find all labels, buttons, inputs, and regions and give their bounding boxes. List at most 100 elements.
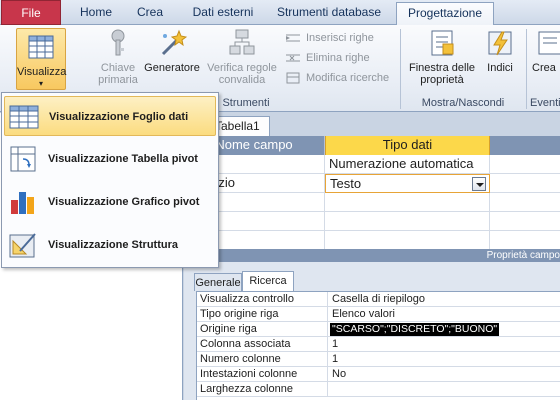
field-properties-pane: Generale Ricerca Visualizza controllo Ca…	[184, 262, 560, 400]
key-icon	[111, 29, 125, 56]
insert-rows-label: Inserisci righe	[306, 32, 374, 44]
modify-lookups-icon	[286, 72, 300, 84]
field-properties-title: Proprietà campo	[486, 250, 560, 261]
property-value[interactable]	[330, 382, 332, 397]
property-value[interactable]: 1	[330, 352, 338, 367]
builder-button[interactable]: Generatore	[143, 28, 201, 74]
menu-item-label: Visualizzazione Grafico pivot	[48, 196, 200, 208]
ribbon-tab-bar: File Home Crea Dati esterni Strumenti da…	[0, 0, 560, 26]
table-row[interactable]	[184, 231, 560, 250]
property-sheet-button[interactable]: Finestra delle proprietà	[404, 28, 480, 86]
macro-icon	[538, 31, 560, 55]
property-name: Colonna associata	[197, 337, 328, 352]
data-type-cell[interactable]	[325, 193, 490, 212]
property-name: Visualizza controllo	[197, 292, 328, 307]
datasheet-icon	[28, 35, 54, 59]
property-name: Numero colonne	[197, 352, 328, 367]
property-name: Intestazioni colonne	[197, 367, 328, 382]
verify-rules-button[interactable]: Verifica regole convalida	[203, 28, 281, 86]
chevron-down-icon: ▾	[38, 79, 43, 88]
property-value[interactable]: No	[330, 367, 346, 382]
property-value[interactable]: Elenco valori	[330, 307, 395, 322]
tab-crea[interactable]: Crea	[126, 2, 174, 25]
dropdown-arrow-icon[interactable]	[472, 177, 486, 191]
design-view-icon	[9, 233, 36, 258]
table-row[interactable]	[184, 193, 560, 212]
menu-item-pivot-table-view[interactable]: Visualizzazione Tabella pivot	[4, 139, 216, 179]
indexes-button[interactable]: Indici	[482, 28, 518, 74]
tab-external-data[interactable]: Dati esterni	[180, 2, 266, 25]
property-name: Tipo origine riga	[197, 307, 328, 322]
tab-design[interactable]: Progettazione	[396, 2, 494, 26]
document-tab[interactable]: Tabella1	[210, 116, 270, 136]
menu-item-design-view[interactable]: Visualizzazione Struttura	[4, 225, 216, 265]
table-row[interactable]: Giudizio Testo	[184, 174, 560, 193]
menu-item-datasheet-view[interactable]: Visualizzazione Foglio dati	[4, 96, 216, 136]
property-sheet-label-2: proprietà	[420, 74, 464, 86]
property-row[interactable]: Numero colonne 1	[197, 352, 560, 367]
indexes-label: Indici	[487, 62, 513, 74]
field-properties-header: Proprietà campo	[184, 249, 560, 262]
menu-item-label: Visualizzazione Tabella pivot	[48, 153, 198, 165]
tab-home[interactable]: Home	[70, 2, 122, 25]
property-list: Visualizza controllo Casella di riepilog…	[196, 291, 560, 400]
property-value[interactable]: Casella di riepilogo	[330, 292, 425, 307]
create-label: Crea	[532, 62, 556, 74]
data-type-cell[interactable]	[325, 212, 490, 231]
view-button-label: Visualizza	[17, 66, 67, 78]
property-row[interactable]: Larghezza colonne	[197, 382, 560, 397]
create-macro-button[interactable]: Crea	[532, 28, 560, 74]
verify-rules-icon	[229, 29, 255, 55]
property-value[interactable]: 1	[330, 337, 338, 352]
property-sheet-label-1: Finestra delle	[408, 62, 476, 74]
view-button[interactable]: Visualizza ▾	[16, 28, 66, 90]
verify-rules-label-1: Verifica regole	[207, 62, 277, 74]
verify-rules-label-2: convalida	[218, 74, 266, 86]
menu-item-label: Visualizzazione Struttura	[48, 239, 178, 251]
column-header-description[interactable]	[490, 136, 560, 155]
events-group-label: Eventi	[530, 97, 560, 109]
menu-item-pivot-chart-view[interactable]: Visualizzazione Grafico pivot	[4, 182, 216, 222]
data-type-cell[interactable]	[325, 231, 490, 250]
lightning-icon	[488, 31, 512, 56]
property-row[interactable]: Colonna associata 1	[197, 337, 560, 352]
pivot-table-icon	[10, 146, 36, 172]
pivot-chart-icon	[11, 192, 34, 214]
primary-key-label-2: primaria	[98, 74, 138, 86]
delete-rows-label: Elimina righe	[306, 52, 370, 64]
property-sheet-icon	[431, 30, 454, 56]
property-row[interactable]: Tipo origine riga Elenco valori	[197, 307, 560, 322]
property-name: Larghezza colonne	[197, 382, 328, 397]
ribbon-separator	[526, 29, 527, 109]
data-type-cell[interactable]: Numerazione automatica	[325, 155, 490, 174]
tab-general[interactable]: Generale	[194, 273, 242, 291]
builder-label: Generatore	[144, 62, 200, 74]
tab-lookup[interactable]: Ricerca	[242, 271, 294, 291]
primary-key-label-1: Chiave	[100, 62, 136, 74]
modify-lookups-label: Modifica ricerche	[306, 72, 390, 84]
ribbon-separator	[400, 29, 401, 109]
table-row[interactable]: Numerazione automatica	[184, 155, 560, 174]
data-type-value: Testo	[330, 176, 362, 191]
row-source-value[interactable]: "SCARSO";"DISCRETO";"BUONO"	[330, 323, 500, 336]
document-tab-label: Tabella1	[215, 119, 260, 133]
insert-rows-button[interactable]: Inserisci righe	[286, 29, 374, 47]
view-dropdown-menu: Visualizzazione Foglio dati Visualizzazi…	[1, 92, 219, 268]
tab-database-tools[interactable]: Strumenti database	[270, 2, 388, 25]
delete-rows-icon	[286, 54, 300, 62]
property-name: Origine riga	[197, 322, 328, 337]
tab-file[interactable]: File	[1, 0, 61, 25]
magic-wand-icon	[161, 29, 187, 56]
design-grid: Nome campo Tipo dati Numerazione automat…	[184, 136, 560, 250]
table-row[interactable]	[184, 212, 560, 231]
data-type-select[interactable]: Testo	[325, 174, 490, 193]
datasheet-view-icon	[9, 105, 39, 129]
insert-rows-icon	[286, 34, 300, 42]
property-row[interactable]: Intestazioni colonne No	[197, 367, 560, 382]
primary-key-button[interactable]: Chiave primaria	[92, 28, 144, 86]
property-row[interactable]: Origine riga "SCARSO";"DISCRETO";"BUONO"	[197, 322, 560, 337]
property-row[interactable]: Visualizza controllo Casella di riepilog…	[197, 292, 560, 307]
modify-lookups-button[interactable]: Modifica ricerche	[286, 69, 389, 87]
delete-rows-button[interactable]: Elimina righe	[286, 49, 370, 67]
column-header-data-type[interactable]: Tipo dati	[325, 136, 490, 155]
